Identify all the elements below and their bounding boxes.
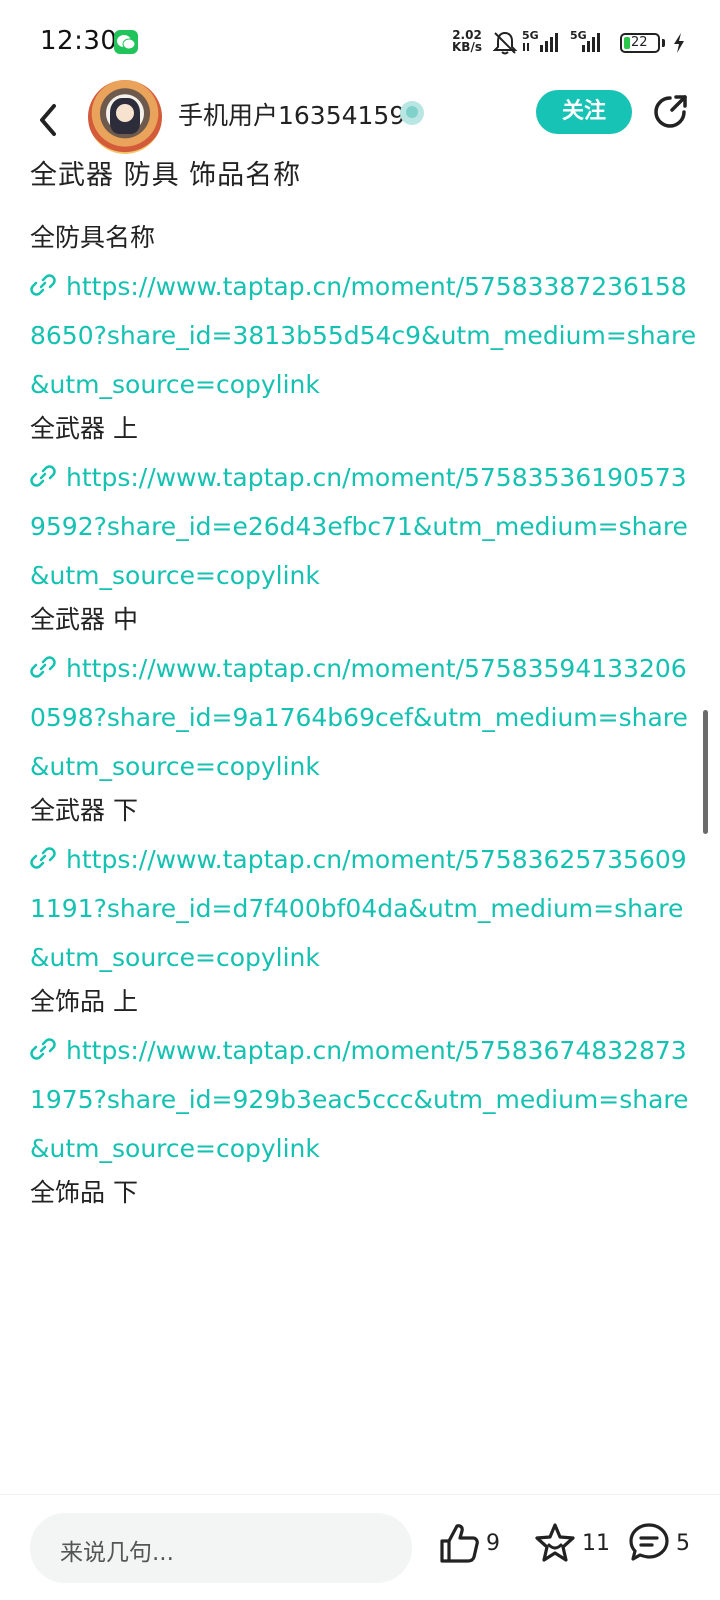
link-url: https://www.taptap.cn/moment/57583625735… [30,845,687,972]
share-button[interactable] [650,92,690,132]
section-label: 全饰品 上 [30,987,138,1016]
post-title: 全武器 防具 饰品名称 [30,160,302,191]
post-link[interactable]: https://www.taptap.cn/moment/57583594133… [30,644,700,791]
thumbs-up-icon [440,1524,479,1563]
link-icon [30,647,56,678]
avatar[interactable] [88,80,162,154]
post-sections: 全防具名称 https://www.taptap.cn/moment/575833… [30,218,700,1217]
comment-bubble-icon [629,1523,669,1561]
network-speed-unit: KB/s [452,40,482,54]
wechat-notification-icon [114,30,138,54]
status-time: 12:30 [40,26,118,56]
signal-5g-icon: 5G [570,28,614,58]
section-label: 全武器 中 [30,605,138,634]
charging-icon [672,32,686,58]
verified-badge-icon [400,101,424,125]
content-fade [0,1440,720,1496]
post-content[interactable]: 全武器 防具 饰品名称 全防具名称 https://www.taptap.cn/m… [30,154,700,1494]
battery-tip [662,39,665,47]
back-button[interactable] [32,94,68,144]
section-label: 全武器 下 [30,796,138,825]
post-section: 全武器 上 https://www.taptap.cn/moment/575835… [30,409,700,600]
link-icon [30,1029,56,1060]
follow-button[interactable]: 关注 [536,90,632,134]
section-label: 全武器 上 [30,414,138,443]
link-icon [30,456,56,487]
post-link[interactable]: https://www.taptap.cn/moment/57583625735… [30,835,700,982]
battery-percent: 22 [631,35,648,50]
post-link[interactable]: https://www.taptap.cn/moment/57583387236… [30,262,700,409]
section-label: 全饰品 下 [30,1178,138,1207]
battery-icon: 22 [620,33,660,53]
like-count: 9 [486,1531,500,1556]
link-icon [30,838,56,869]
comment-placeholder: 来说几句... [60,1540,174,1566]
network-speed: 2.02 KB/s [452,29,482,53]
post-link[interactable]: https://www.taptap.cn/moment/57583674832… [30,1026,700,1173]
battery-level [624,37,630,49]
username[interactable]: 手机用户16354159 [178,96,405,132]
post-section: 全武器 下 https://www.taptap.cn/moment/575836… [30,791,700,982]
comment-input[interactable]: 来说几句... [30,1513,412,1583]
link-url: https://www.taptap.cn/moment/57583674832… [30,1036,689,1163]
post-section: 全饰品 下 [30,1173,700,1217]
post-section: 全武器 中 https://www.taptap.cn/moment/575835… [30,600,700,791]
share-icon [654,95,687,128]
link-url: https://www.taptap.cn/moment/57583387236… [30,272,697,399]
link-url: https://www.taptap.cn/moment/57583536190… [30,463,688,590]
comment-count: 5 [676,1531,690,1556]
svg-text:5G: 5G [570,29,587,42]
bell-off-icon [492,30,518,60]
star-icon [535,1523,575,1562]
chevron-left-icon [40,104,56,136]
post-link[interactable]: https://www.taptap.cn/moment/57583536190… [30,453,700,600]
post-section: 全饰品 上 https://www.taptap.cn/moment/575836… [30,982,700,1173]
status-bar: 12:30 2.02 KB/s 5G 5G 22 [0,0,720,84]
scrollbar[interactable] [703,710,708,834]
post-section: 全防具名称 https://www.taptap.cn/moment/575833… [30,218,700,409]
section-label: 全防具名称 [30,223,156,252]
link-icon [30,265,56,296]
favorite-count: 11 [582,1531,610,1556]
bottom-action-bar: 来说几句... 9 11 5 [0,1494,720,1600]
svg-text:5G: 5G [522,29,539,42]
link-url: https://www.taptap.cn/moment/57583594133… [30,654,688,781]
signal-5g-icon: 5G [522,28,566,58]
